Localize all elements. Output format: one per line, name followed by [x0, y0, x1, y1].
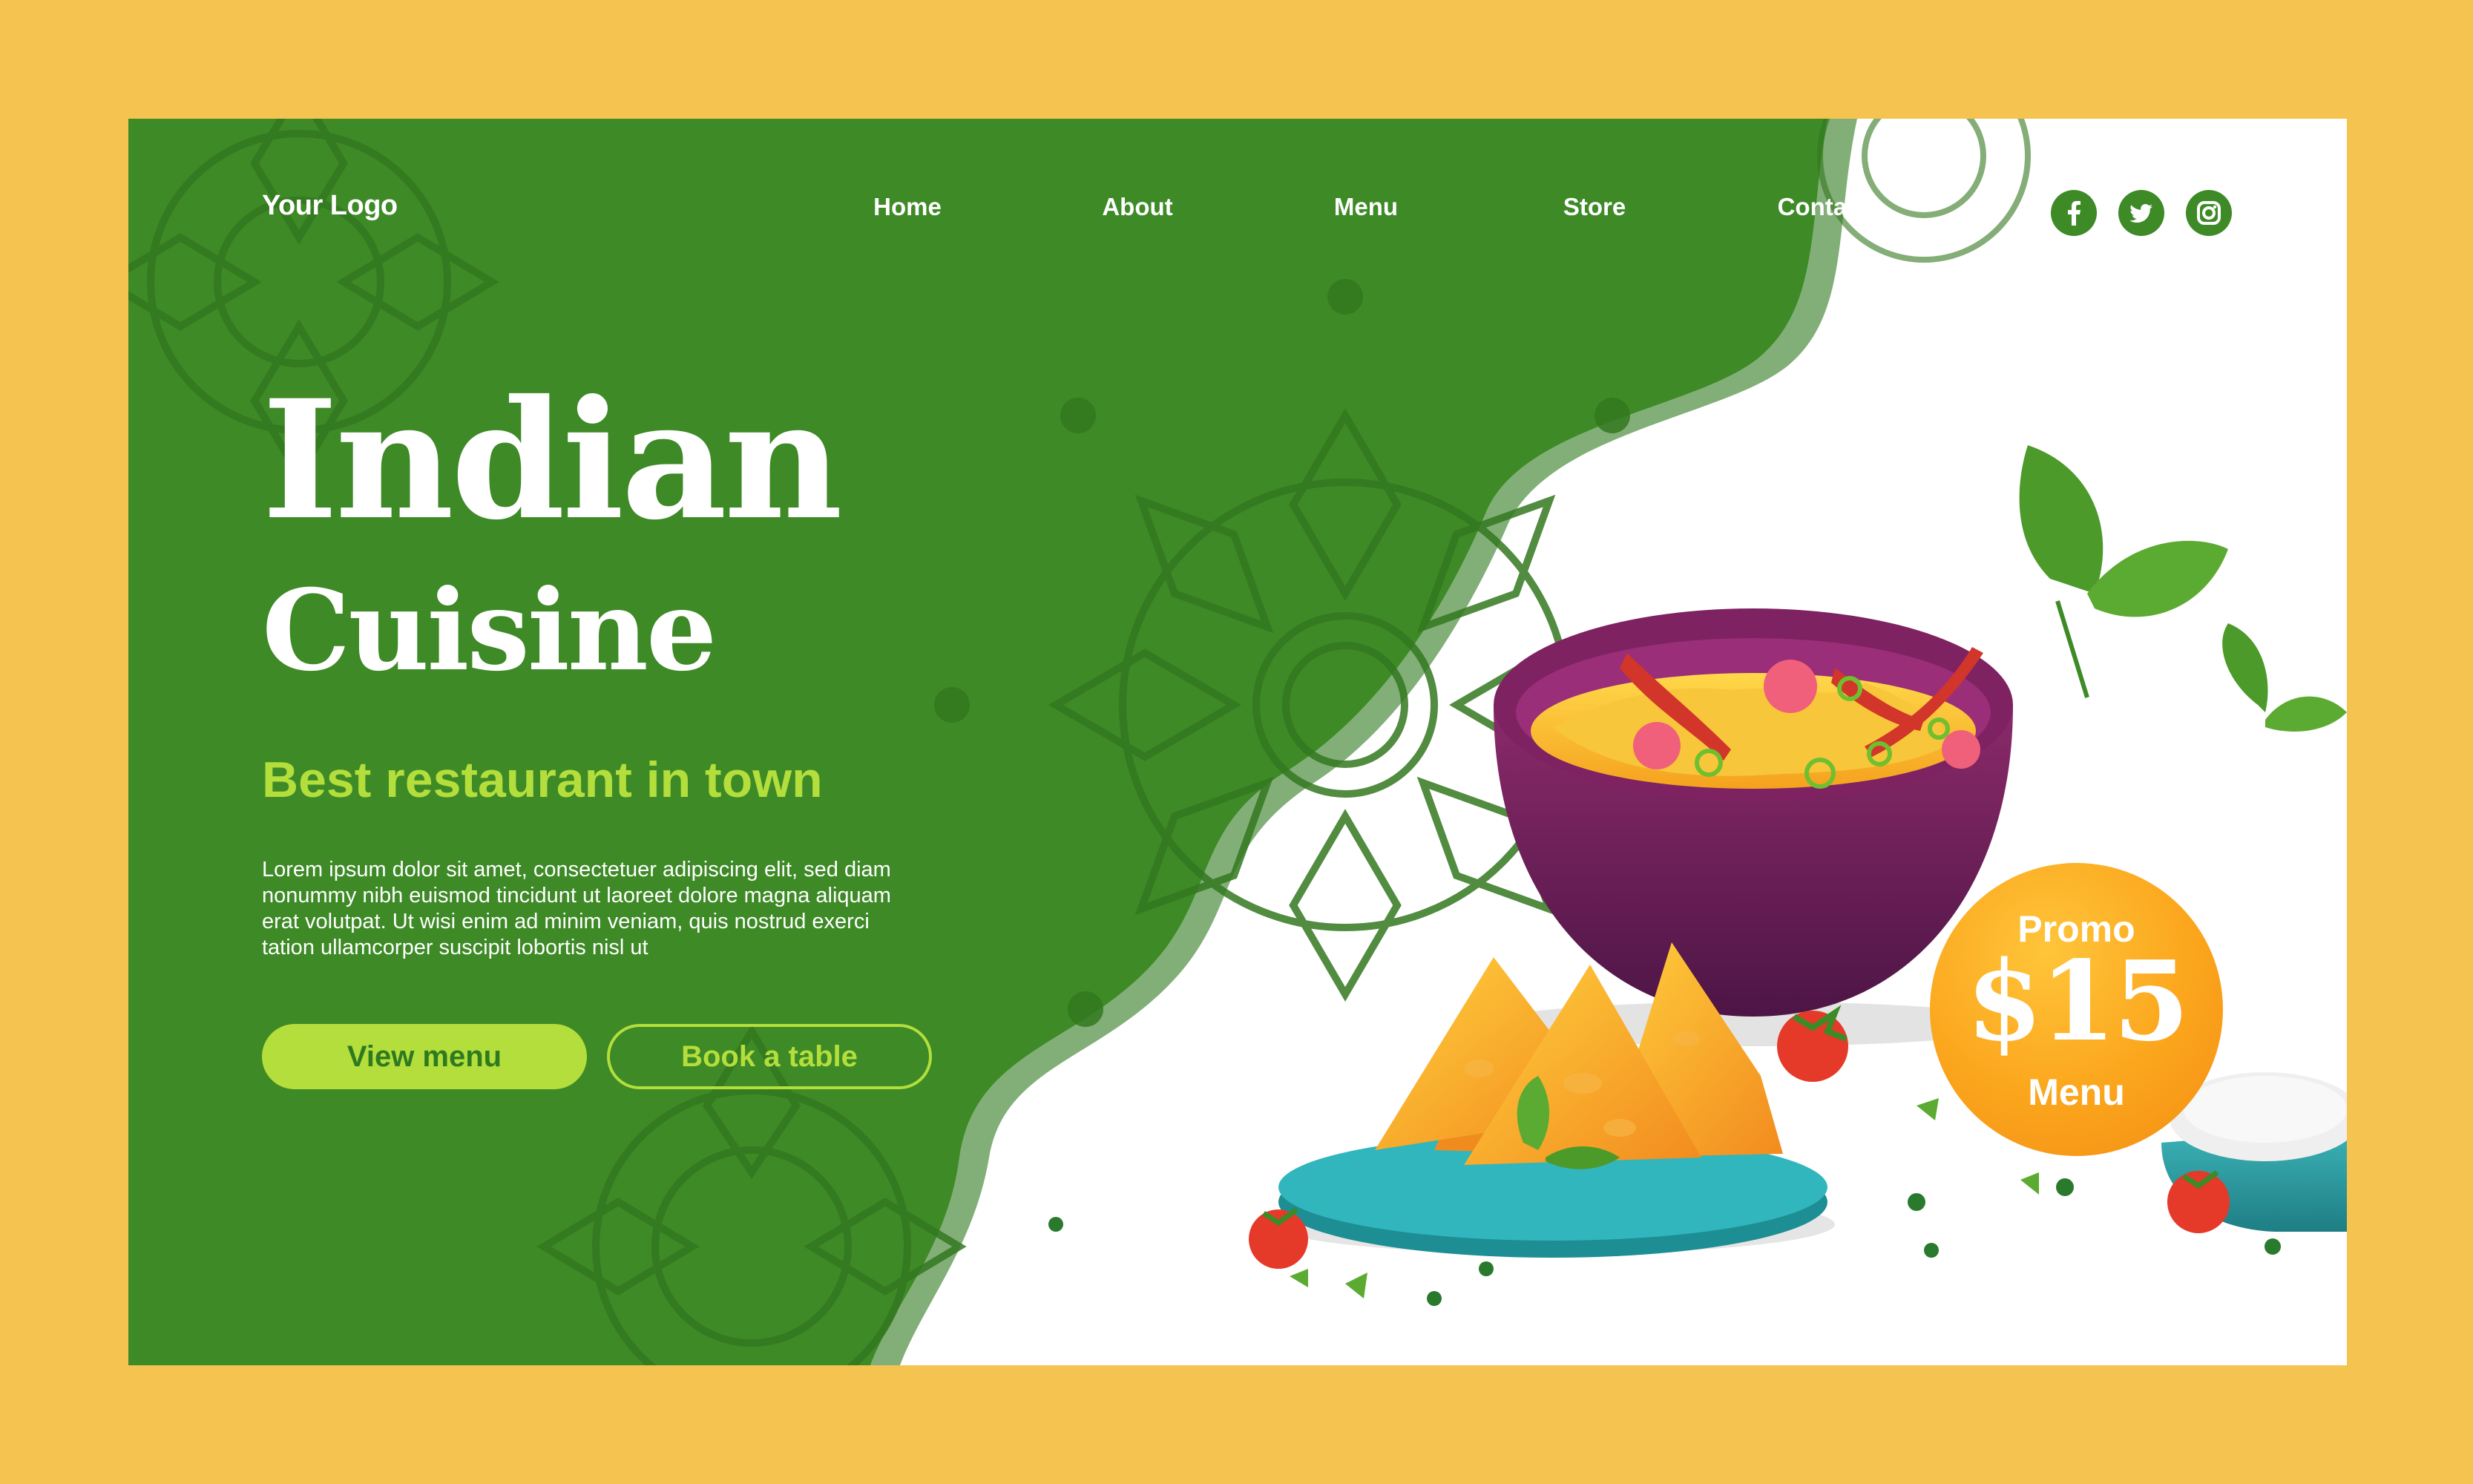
- hero-description: Lorem ipsum dolor sit amet, consectetuer…: [262, 858, 891, 959]
- facebook-icon[interactable]: [2051, 190, 2097, 236]
- hero-title-line2: Cuisine: [262, 565, 717, 696]
- twitter-icon[interactable]: [2118, 190, 2164, 236]
- hero-title-line1: Indian: [262, 364, 843, 556]
- nav-home[interactable]: Home: [873, 193, 942, 221]
- nav-contact[interactable]: Contact: [1778, 193, 1869, 221]
- promo-menu-label: Menu: [2028, 1071, 2125, 1113]
- nav-about[interactable]: About: [1102, 193, 1172, 221]
- hero-illustration: [128, 119, 2347, 1365]
- basil-leaves: [2019, 445, 2347, 732]
- view-menu-button[interactable]: View menu: [262, 1024, 587, 1089]
- landing-page: Your Logo Home About Menu Store Contact …: [128, 119, 2347, 1365]
- instagram-icon[interactable]: [2186, 190, 2232, 236]
- nav-menu[interactable]: Menu: [1334, 193, 1398, 221]
- logo[interactable]: Your Logo: [262, 190, 398, 222]
- nav-store[interactable]: Store: [1563, 193, 1626, 221]
- promo-price: $15: [1966, 936, 2190, 1066]
- promo-badge[interactable]: Promo $15 Menu: [1930, 863, 2223, 1156]
- book-table-button[interactable]: Book a table: [607, 1024, 932, 1089]
- hero-tagline: Best restaurant in town: [262, 752, 823, 808]
